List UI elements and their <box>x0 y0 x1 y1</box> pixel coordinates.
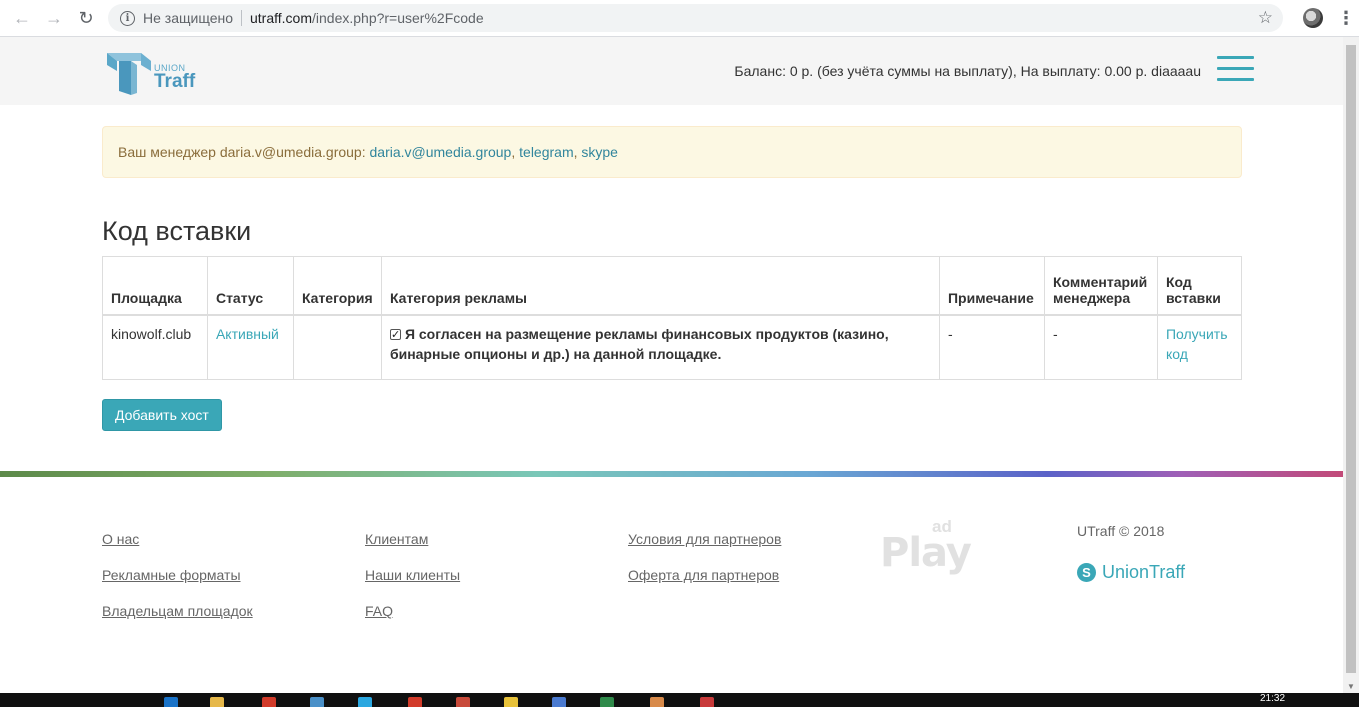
hamburger-line <box>1217 67 1254 70</box>
column-header-manager-comment: Комментарий менеджера <box>1043 256 1158 316</box>
cell-manager-comment: - <box>1043 314 1158 380</box>
consent-checkbox[interactable] <box>389 325 401 345</box>
taskbar-app-icon[interactable] <box>262 697 276 707</box>
profile-avatar[interactable] <box>1303 8 1323 28</box>
cell-code: Получить код <box>1156 314 1243 380</box>
consent-label: Я согласен на размещение рекламы финансо… <box>389 325 889 362</box>
alert-prefix: Ваш менеджер daria.v@umedia.group: <box>118 144 370 160</box>
adplay-logo-ad: ad <box>932 517 952 536</box>
column-header-category: Категория <box>292 256 382 316</box>
url-path: /index.php?r=user%2Fcode <box>312 10 484 26</box>
hamburger-line <box>1217 56 1254 59</box>
copyright-text: UTraff © 2018 <box>1077 523 1165 539</box>
column-header-code: Код вставки <box>1156 256 1243 316</box>
cell-category <box>292 314 382 380</box>
column-header-status: Статус <box>206 256 294 316</box>
taskbar-chrome-icon[interactable] <box>700 697 714 707</box>
footer-link-partner-terms[interactable]: Условия для партнеров <box>628 531 781 547</box>
skype-link[interactable]: skype <box>581 144 618 160</box>
reload-icon[interactable]: ↻ <box>74 6 98 30</box>
get-code-link[interactable]: Получить код <box>1166 326 1228 362</box>
footer-link-about[interactable]: О нас <box>102 531 139 547</box>
column-header-note: Примечание <box>938 256 1045 316</box>
cell-ad-category: Я согласен на размещение рекламы финансо… <box>380 314 940 380</box>
info-icon[interactable]: i <box>120 10 135 26</box>
adplay-logo[interactable]: Play ad <box>880 517 972 580</box>
url-divider <box>241 10 242 26</box>
url-host: utraff.com <box>250 10 312 26</box>
cell-site: kinowolf.club <box>102 314 208 380</box>
skype-name: UnionTraff <box>1102 562 1186 582</box>
scrollbar-thumb[interactable] <box>1346 45 1356 673</box>
footer-link-site-owners[interactable]: Владельцам площадок <box>102 603 253 619</box>
column-header-ad-category: Категория рекламы <box>380 256 940 316</box>
taskbar-app-icon[interactable] <box>504 697 518 707</box>
taskbar-app-icon[interactable] <box>552 697 566 707</box>
footer-gradient-stripe <box>0 471 1343 477</box>
bookmark-star-icon[interactable]: ☆ <box>1258 8 1273 28</box>
manager-email-link[interactable]: daria.v@umedia.group <box>370 144 512 160</box>
taskbar-app-icon[interactable] <box>650 697 664 707</box>
table-header-row: Площадка Статус Категория Категория рекл… <box>102 256 1243 316</box>
hamburger-menu-icon[interactable] <box>1217 56 1254 81</box>
manager-alert: Ваш менеджер daria.v@umedia.group: daria… <box>102 126 1242 178</box>
logo-traff-text: Traff <box>154 71 196 92</box>
taskbar-app-icon[interactable] <box>600 697 614 707</box>
sites-table: Площадка Статус Категория Категория рекл… <box>102 256 1243 380</box>
scroll-down-arrow-icon[interactable]: ▼ <box>1347 682 1355 691</box>
os-taskbar: 21:32 <box>0 693 1359 707</box>
hamburger-line <box>1217 78 1254 81</box>
browser-menu-icon[interactable]: ⋮ <box>1337 9 1355 27</box>
skype-icon: S <box>1077 563 1096 582</box>
not-secure-label: Не защищено <box>143 10 233 26</box>
skype-contact[interactable]: S UnionTraff <box>1077 562 1185 583</box>
page-scrollbar[interactable]: ▼ <box>1343 37 1359 693</box>
taskbar-folder-icon[interactable] <box>210 697 224 707</box>
footer-link-clients[interactable]: Клиентам <box>365 531 428 547</box>
taskbar-clock: 21:32 <box>1260 693 1286 704</box>
table-row: kinowolf.club Активный Я согласен на раз… <box>102 314 1243 380</box>
address-bar[interactable]: i Не защищено utraff.com/index.php?r=use… <box>108 4 1283 32</box>
back-arrow-icon[interactable]: ← <box>10 6 34 30</box>
adplay-logo-text: Play <box>880 530 972 576</box>
balance-text: Баланс: 0 р. (без учёта суммы на выплату… <box>734 63 1201 79</box>
alert-separator: , <box>511 144 520 160</box>
cell-note: - <box>938 314 1045 380</box>
footer-link-our-clients[interactable]: Наши клиенты <box>365 567 460 583</box>
taskbar-app-icon[interactable] <box>164 697 178 707</box>
forward-arrow-icon[interactable]: → <box>42 6 66 30</box>
footer-link-partner-offer[interactable]: Оферта для партнеров <box>628 567 779 583</box>
page-title: Код вставки <box>102 216 252 246</box>
cell-status: Активный <box>206 314 294 380</box>
telegram-link[interactable]: telegram <box>519 144 573 160</box>
column-header-site: Площадка <box>102 256 208 316</box>
status-link[interactable]: Активный <box>216 326 279 342</box>
add-host-button[interactable]: Добавить хост <box>102 399 222 431</box>
footer-link-faq[interactable]: FAQ <box>365 603 393 619</box>
site-header: UNION Traff Баланс: 0 р. (без учёта сумм… <box>0 37 1343 105</box>
browser-toolbar: ← → ↻ i Не защищено utraff.com/index.php… <box>0 0 1359 37</box>
taskbar-app-icon[interactable] <box>358 697 372 707</box>
logo-mark-icon <box>107 53 151 95</box>
taskbar-app-icon[interactable] <box>408 697 422 707</box>
uniontraff-logo[interactable]: UNION Traff <box>105 47 205 97</box>
taskbar-app-icon[interactable] <box>456 697 470 707</box>
footer-link-ad-formats[interactable]: Рекламные форматы <box>102 567 241 583</box>
taskbar-app-icon[interactable] <box>310 697 324 707</box>
